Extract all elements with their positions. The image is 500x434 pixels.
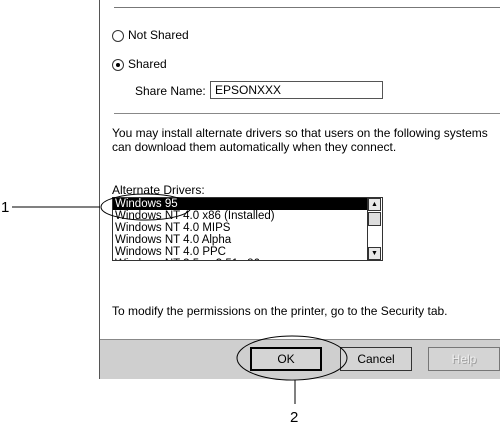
callout-2-ellipse <box>236 335 348 381</box>
callout-overlay <box>12 193 348 404</box>
callout-1-ellipse <box>100 193 192 221</box>
callout-number-1: 1 <box>1 199 10 216</box>
callout-number-2: 2 <box>290 409 299 426</box>
